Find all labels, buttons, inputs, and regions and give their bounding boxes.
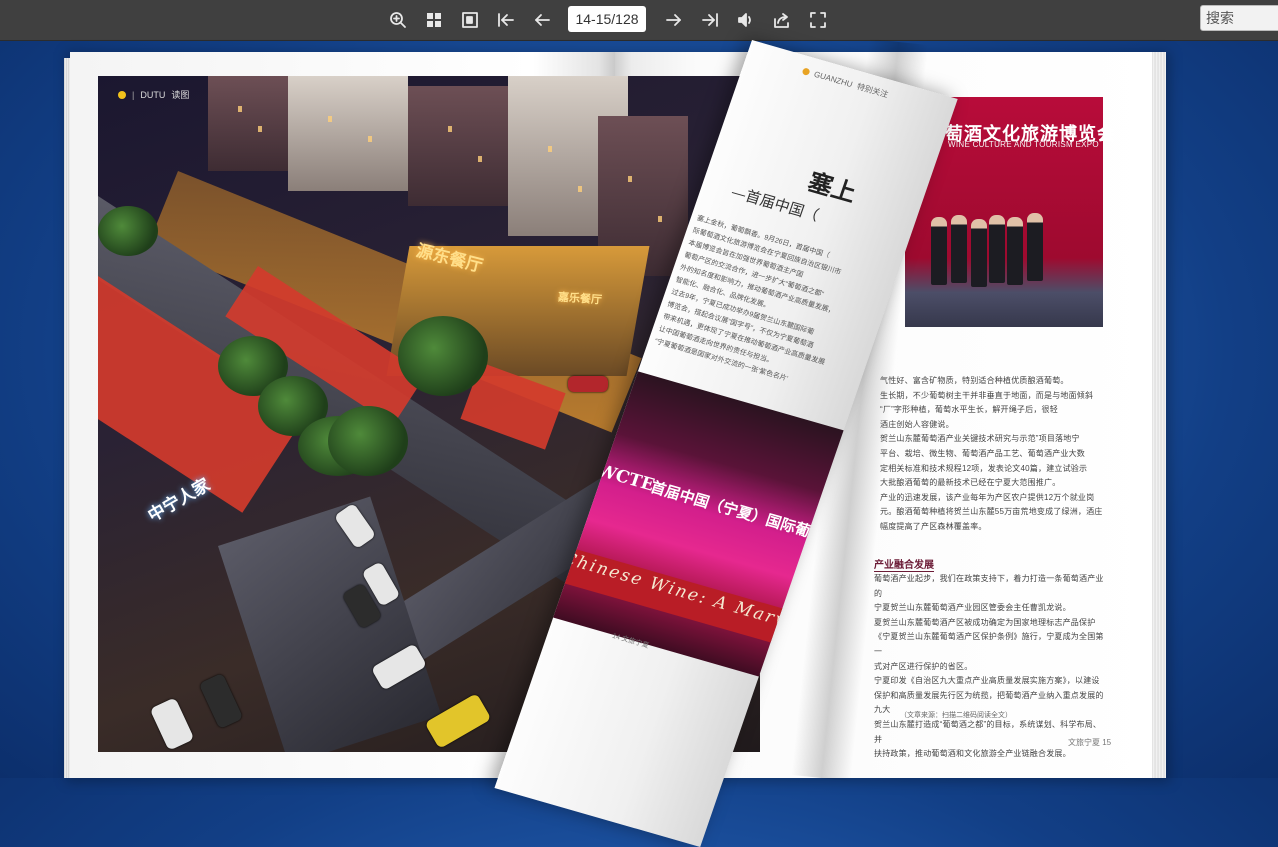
page-number-right: 文旅宁夏 15 [1068,738,1112,747]
expo-sign-cn: 首届中国（宁夏）国际葡萄 [648,478,827,545]
section-heading: 产业融合发展 [874,556,934,572]
search-input[interactable] [1200,5,1278,31]
toolbar [0,0,1278,41]
article-caption: （文章来源：扫描二维码阅读全文） [900,712,1012,719]
single-page-icon[interactable] [457,7,483,33]
person [931,217,947,285]
left-page-header: | DUTU 读图 [118,88,189,101]
building [208,76,288,171]
section-label: DUTU [140,89,166,100]
street [218,496,442,752]
article-intro: 塞上金秋，葡萄飘香。9月26日，首届中国（ 际葡萄酒文化旅游博览会在宁夏回族自治… [653,214,842,383]
person [971,219,987,287]
building [288,76,408,191]
previous-page-icon[interactable] [529,7,555,33]
sound-icon[interactable] [733,7,759,33]
person [1027,213,1043,281]
section-dot-icon [118,90,126,99]
page-number-input[interactable] [568,6,646,32]
page-stack-right [1152,52,1166,778]
tree [98,206,158,256]
person [1007,217,1023,285]
article-title: 塞上 [804,166,861,208]
person [951,215,967,283]
fullscreen-icon[interactable] [805,7,831,33]
first-page-icon[interactable] [493,7,519,33]
section-label-cn: 特别关注 [855,81,890,100]
header-separator: | [132,89,135,100]
neon-sign: 中宁人家 [144,475,214,527]
car [568,376,608,392]
zoom-in-icon[interactable] [385,7,411,33]
section-label-cn: 读图 [171,90,190,100]
article-body-2: 葡萄酒产业起步，我们在政策支持下，着力打造一条葡萄酒产业的 宁夏贺兰山东麓葡萄酒… [874,574,1104,759]
article-body: 气性好、富含矿物质，特别适合种植优质酿酒葡萄。 生长期，不少葡萄树主干并非垂直于… [880,376,1103,531]
building [408,86,508,206]
neon-sign: 嘉乐餐厅 [557,290,603,307]
car [149,697,195,751]
car [198,672,244,730]
tree [328,406,408,476]
tree [398,316,488,396]
share-icon[interactable] [769,7,795,33]
section-label: GUANZHU [812,69,854,90]
expo-title-en: WINE CULTURE AND TOURISM EXPO [948,140,1099,149]
next-page-icon[interactable] [661,7,687,33]
thumbnails-icon[interactable] [421,7,447,33]
section-dot-icon [801,67,811,76]
person [989,215,1005,283]
last-page-icon[interactable] [697,7,723,33]
